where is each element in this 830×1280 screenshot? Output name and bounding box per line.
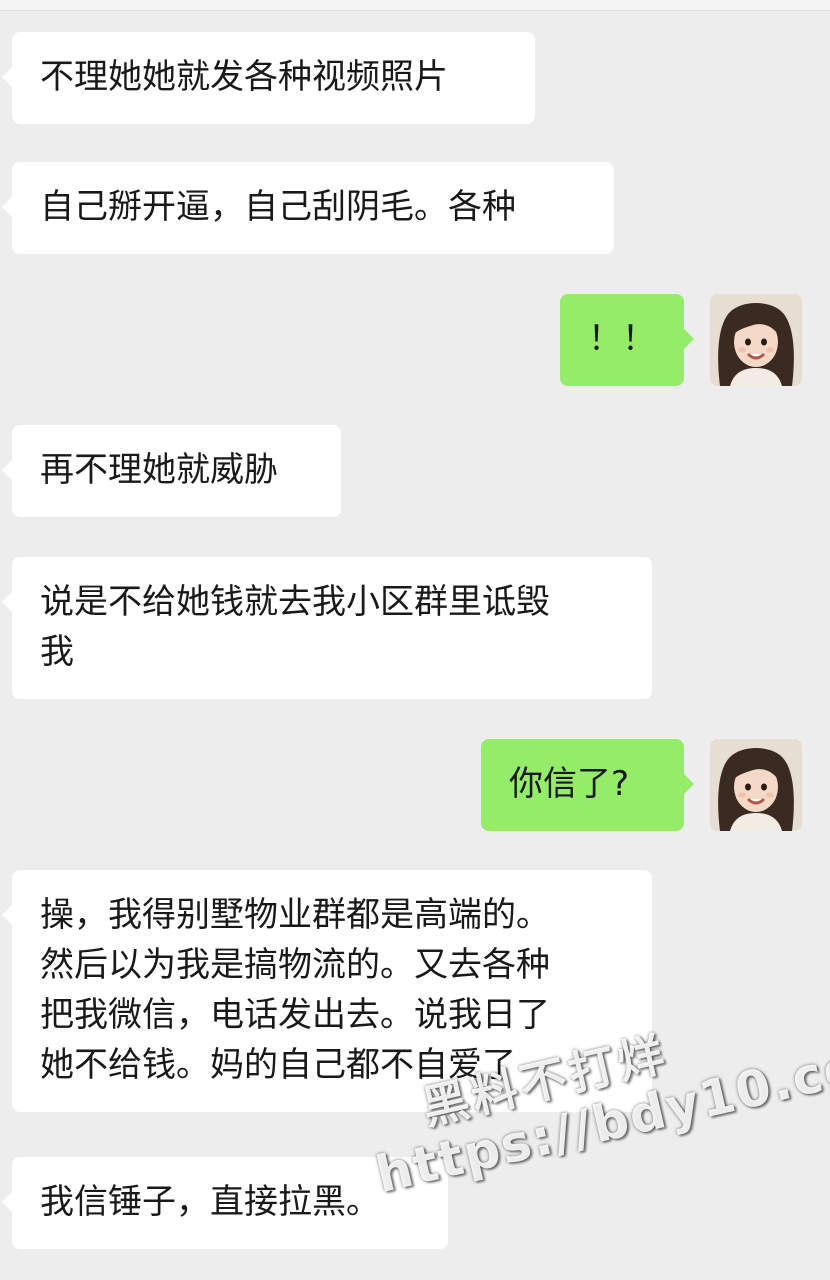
user-avatar[interactable] [710, 294, 802, 386]
message-bubble-incoming[interactable]: 再不理她就威胁 [2, 425, 341, 517]
message-bubble-incoming[interactable]: 说是不给她钱就去我小区群里诋毁 我 [2, 557, 652, 699]
girl-avatar-icon [710, 294, 802, 386]
message-bubble-incoming[interactable]: 操，我得别墅物业群都是高端的。 然后以为我是搞物流的。又去各种 把我微信，电话发… [2, 870, 652, 1112]
message-bubble-incoming[interactable]: 我信锤子，直接拉黑。 [2, 1157, 448, 1249]
message-bubble-outgoing[interactable]: ！！ [560, 294, 694, 386]
message-bubble-incoming[interactable]: 不理她她就发各种视频照片 [2, 32, 535, 124]
message-bubble-incoming[interactable]: 自己掰开逼，自己刮阴毛。各种 [2, 162, 614, 254]
girl-avatar-icon [710, 739, 802, 831]
user-avatar[interactable] [710, 739, 802, 831]
message-bubble-outgoing[interactable]: 你信了? [481, 739, 694, 831]
top-divider [0, 0, 830, 11]
